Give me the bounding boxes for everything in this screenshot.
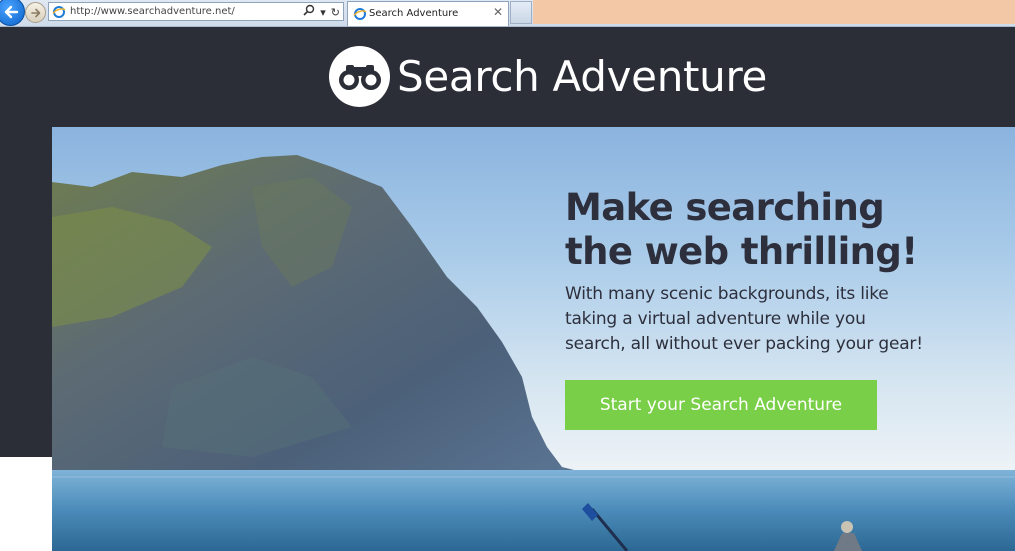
tab-strip-background bbox=[533, 0, 1015, 24]
hero-subtext: With many scenic backgrounds, its like t… bbox=[565, 284, 923, 354]
refresh-icon[interactable]: ↻ bbox=[331, 5, 340, 20]
site-logo[interactable]: Search Adventure bbox=[329, 46, 767, 107]
search-icon[interactable] bbox=[303, 4, 315, 20]
ie-page-icon bbox=[52, 6, 66, 18]
back-button[interactable] bbox=[0, 0, 25, 26]
start-search-adventure-button[interactable]: Start your Search Adventure bbox=[565, 380, 877, 430]
logo-badge bbox=[329, 46, 390, 107]
close-icon[interactable]: ✕ bbox=[493, 5, 503, 19]
new-tab-button[interactable] bbox=[510, 1, 532, 24]
address-bar[interactable]: http://www.searchadventure.net/ ▾ ↻ bbox=[48, 2, 344, 21]
tab-search-adventure[interactable]: Search Adventure ✕ bbox=[347, 1, 509, 26]
url-text[interactable]: http://www.searchadventure.net/ bbox=[70, 6, 235, 17]
forward-button[interactable] bbox=[25, 2, 46, 23]
arrow-left-icon bbox=[4, 5, 18, 18]
tab-title: Search Adventure bbox=[369, 8, 459, 19]
logo-text: Search Adventure bbox=[397, 52, 768, 101]
hero-headline: Make searching the web thrilling! bbox=[565, 186, 918, 273]
binoculars-icon bbox=[338, 64, 381, 90]
ie-page-icon bbox=[353, 8, 367, 20]
browser-toolbar: http://www.searchadventure.net/ ▾ ↻ Sear… bbox=[0, 0, 1015, 27]
arrow-right-icon bbox=[30, 8, 40, 17]
chevron-down-icon[interactable]: ▾ bbox=[320, 5, 326, 20]
